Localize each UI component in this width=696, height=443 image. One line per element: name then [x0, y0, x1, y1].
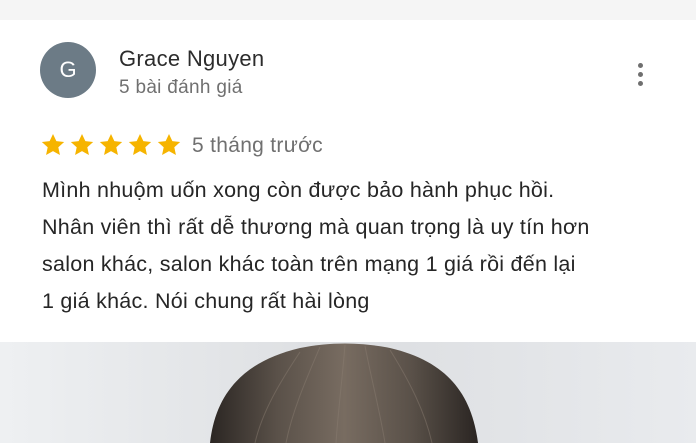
hair-photo-image — [0, 342, 696, 443]
review-count: 5 bài đánh giá — [119, 77, 243, 98]
reviewer-name[interactable]: Grace Nguyen — [119, 46, 264, 72]
star-icon — [99, 133, 123, 155]
star-icon — [41, 133, 65, 155]
more-vert-icon[interactable] — [628, 62, 654, 88]
review-text-line: salon khác, salon khác toàn trên mạng 1 … — [42, 252, 576, 276]
star-icon — [128, 133, 152, 155]
star-icon — [157, 133, 181, 155]
star-icon — [70, 133, 94, 155]
star-rating — [40, 132, 185, 158]
review-text-line: Nhân viên thì rất dễ thương mà quan trọn… — [42, 215, 590, 239]
avatar[interactable]: G — [40, 42, 96, 98]
review-photo[interactable] — [0, 342, 696, 443]
review-text-line: 1 giá khác. Nói chung rất hài lòng — [42, 289, 370, 313]
menu-dot — [638, 63, 643, 68]
review-text-line: Mình nhuộm uốn xong còn được bảo hành ph… — [42, 178, 555, 202]
review-text: Mình nhuộm uốn xong còn được bảo hành ph… — [42, 172, 682, 320]
review-time: 5 tháng trước — [192, 134, 323, 157]
top-divider — [0, 0, 696, 20]
menu-dot — [638, 81, 643, 86]
menu-dot — [638, 72, 643, 77]
review-card: G Grace Nguyen 5 bài đánh giá 5 tháng tr… — [0, 20, 696, 340]
